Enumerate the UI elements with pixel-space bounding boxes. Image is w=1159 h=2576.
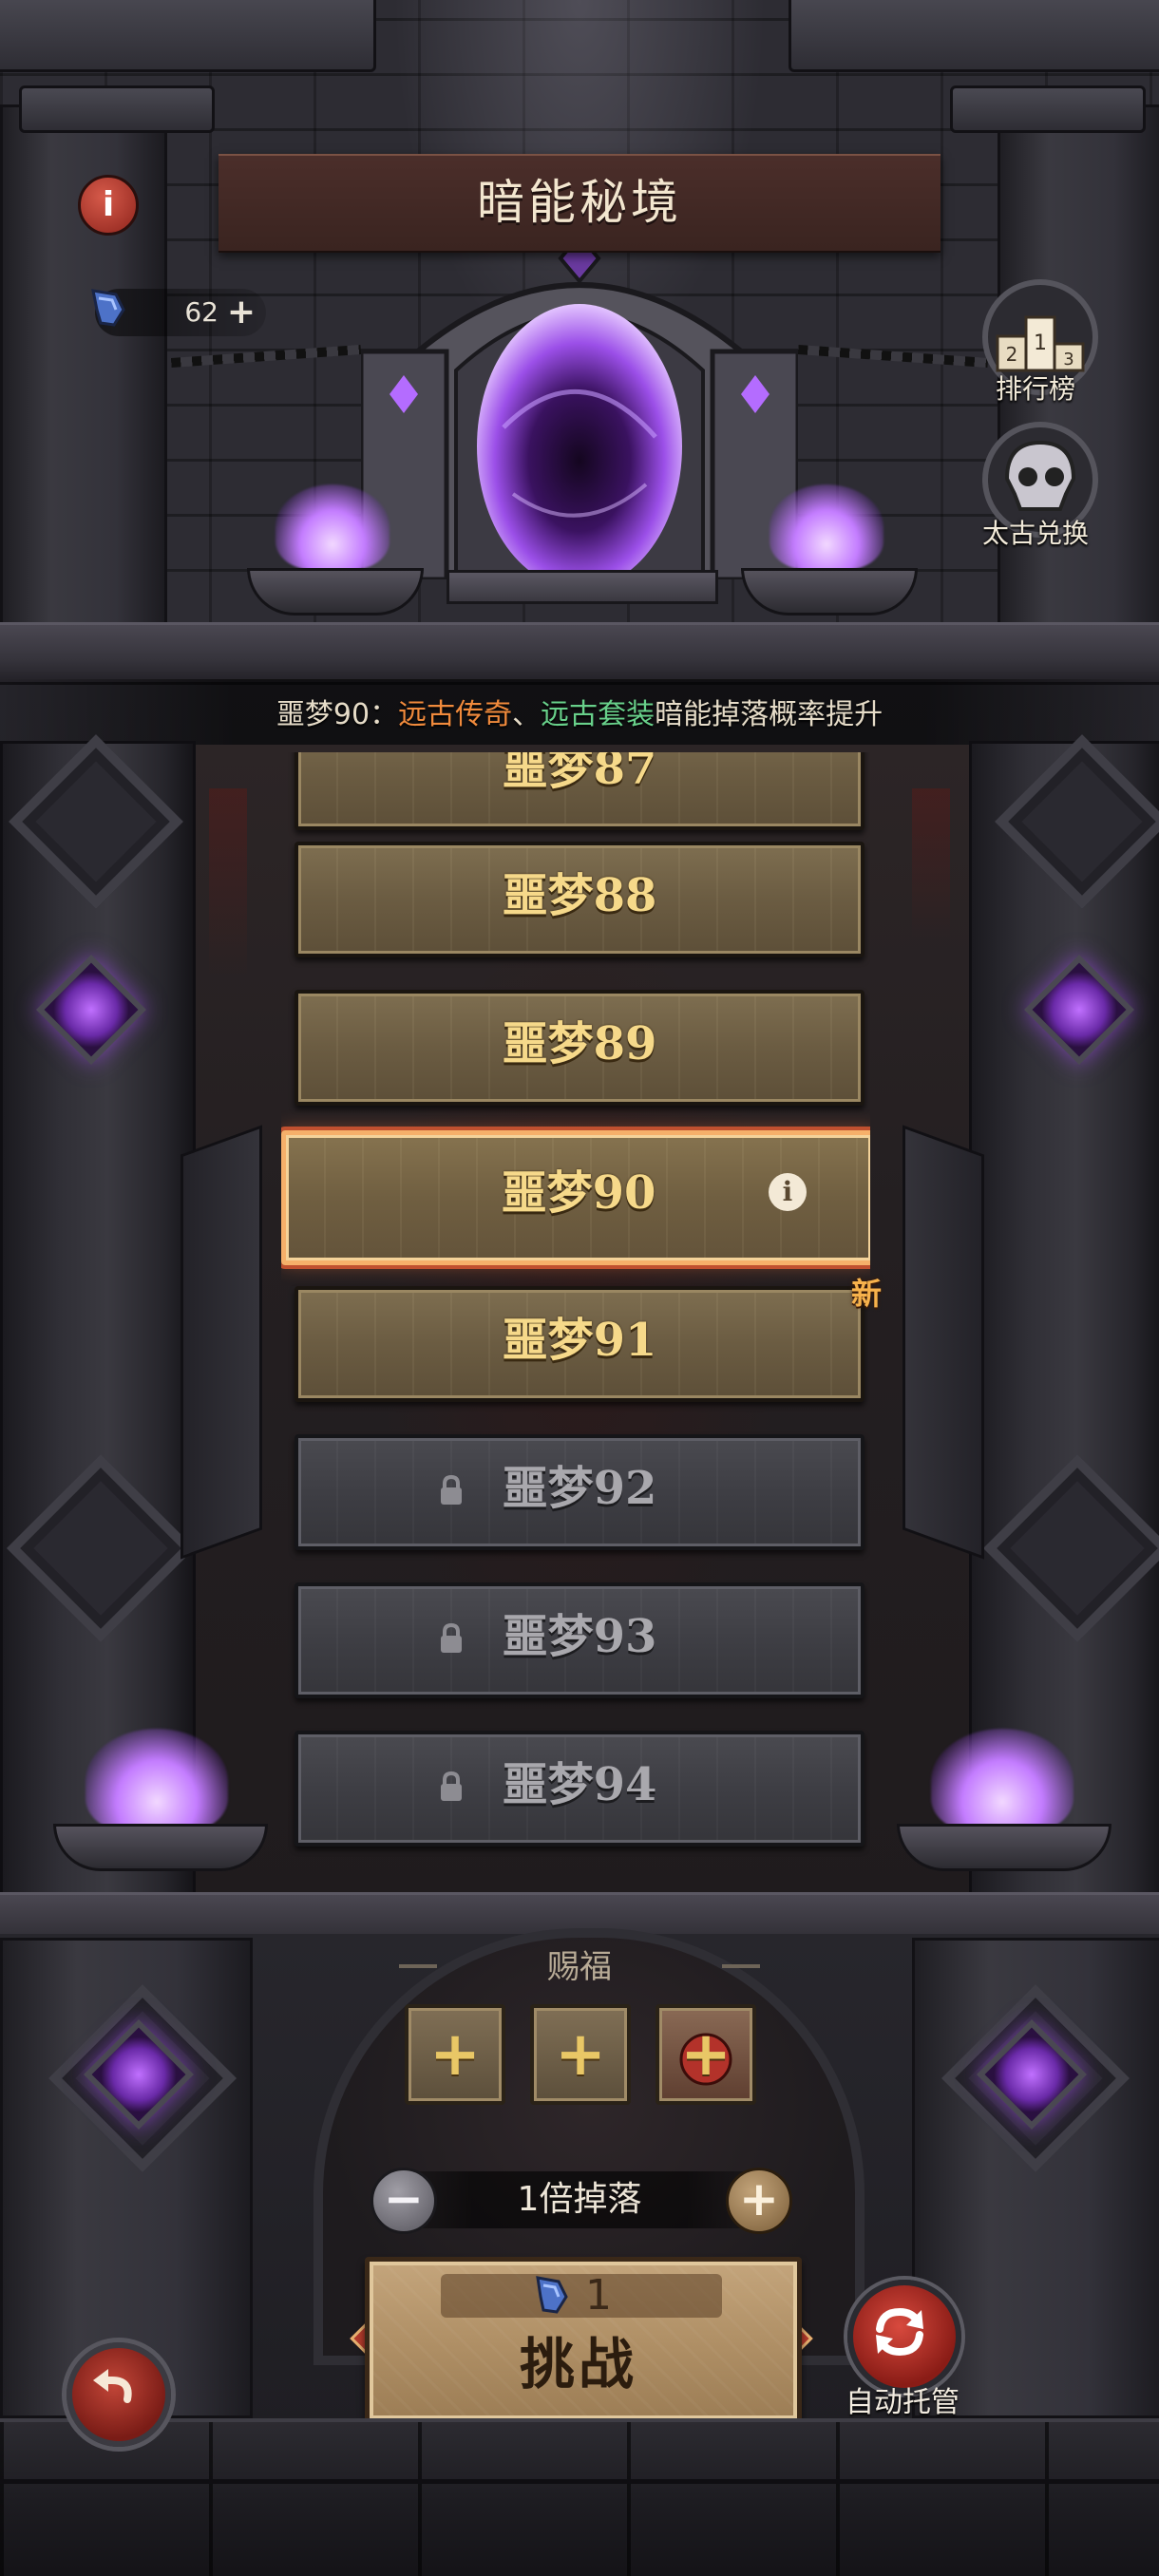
level-row[interactable]: 噩梦89: [294, 990, 864, 1106]
level-row-locked[interactable]: 噩梦94: [294, 1731, 864, 1847]
level-label: 噩梦94: [502, 1758, 657, 1811]
level-label: 噩梦91: [502, 1314, 657, 1367]
left-pillar-cap: [19, 85, 215, 133]
challenge-label[interactable]: 挑战: [365, 2321, 792, 2407]
notice-separator: 、: [512, 698, 542, 731]
level-label: 噩梦88: [502, 869, 657, 922]
level-list[interactable]: 噩梦87 噩梦88 噩梦89 噩梦90 i 噩梦91 噩梦92 噩梦93 噩梦9…: [281, 752, 870, 1869]
auto-battle-button[interactable]: [847, 2280, 961, 2394]
brazier-left: [247, 568, 424, 616]
level-row[interactable]: 噩梦88: [294, 842, 864, 957]
drop-multiplier-label: 1倍掉落: [517, 2180, 642, 2219]
game-screen: 暗能秘境 i 62 + 2 1 3 排行榜 太古兑换 噩梦90：远古传奇、远古套…: [0, 0, 1159, 2576]
brazier-lower-right: [897, 1824, 1112, 1871]
back-button[interactable]: [66, 2342, 171, 2447]
floor-seam: [0, 2479, 1159, 2484]
crystal-fish-icon: [91, 289, 125, 327]
notice-ancient-legend: 远古传奇: [398, 698, 513, 731]
info-icon[interactable]: i: [78, 175, 139, 236]
currency-amount: 62: [184, 296, 218, 328]
plus-icon: +: [555, 2019, 606, 2090]
cost-bar: [441, 2274, 722, 2318]
right-top-cornice: [788, 0, 1159, 72]
purple-flame-right: [770, 484, 884, 570]
level-label: 噩梦87: [502, 752, 657, 795]
add-currency-button[interactable]: +: [224, 291, 258, 334]
left-top-cornice: [0, 0, 376, 72]
drop-rate-notice: 噩梦90：远古传奇、远古套装暗能掉落概率提升: [0, 686, 1159, 745]
level-row[interactable]: 噩梦87: [294, 752, 864, 830]
notice-ancient-set: 远古套装: [541, 698, 656, 731]
crystal-fish-icon: [536, 2276, 568, 2314]
notice-suffix: 暗能掉落概率提升: [655, 698, 884, 731]
stone-ledge: [0, 622, 1159, 685]
portal-steps: [446, 570, 718, 604]
left-bracket: [180, 1125, 262, 1560]
blessing-slot-3[interactable]: +: [656, 2004, 756, 2105]
refresh-icon: [876, 2307, 923, 2357]
purple-flame-lower-left: [86, 1729, 228, 1833]
title-divider-left: [399, 1964, 437, 1968]
new-badge: 新: [850, 1276, 882, 1312]
level-label: 噩梦92: [502, 1462, 657, 1515]
level-label: 噩梦93: [502, 1610, 657, 1663]
blood-drip-left: [209, 788, 247, 978]
blessing-slot-2[interactable]: +: [530, 2004, 631, 2105]
challenge-cost: 1: [585, 2271, 612, 2320]
level-label: 噩梦89: [502, 1017, 657, 1070]
blessing-slot-1[interactable]: +: [405, 2004, 505, 2105]
ancient-exchange-label[interactable]: 太古兑换: [960, 513, 1112, 551]
leaderboard-label[interactable]: 排行榜: [960, 369, 1112, 407]
plus-icon: +: [429, 2019, 481, 2090]
brazier-right: [741, 568, 918, 616]
svg-text:3: 3: [1063, 350, 1074, 369]
plus-icon: +: [680, 2019, 732, 2090]
stone-floor: [0, 2418, 1159, 2576]
svg-text:1: 1: [1034, 331, 1047, 355]
brazier-lower-left: [53, 1824, 268, 1871]
page-title: 暗能秘境: [477, 175, 682, 230]
purple-flame-left: [276, 484, 390, 570]
level-row-locked[interactable]: 噩梦92: [294, 1434, 864, 1550]
blood-drip-right: [912, 788, 950, 940]
purple-flame-lower-right: [931, 1729, 1074, 1833]
level-row[interactable]: 噩梦91: [294, 1286, 864, 1402]
right-pillar-cap: [950, 85, 1146, 133]
svg-text:2: 2: [1006, 343, 1018, 366]
level-row-selected[interactable]: 噩梦90 i: [281, 1130, 870, 1265]
title-divider-right: [722, 1964, 760, 1968]
level-info-icon[interactable]: i: [769, 1173, 807, 1211]
dark-portal: [361, 237, 798, 579]
right-bracket: [902, 1125, 984, 1560]
level-row-locked[interactable]: 噩梦93: [294, 1582, 864, 1698]
left-top-pillar: [0, 104, 167, 642]
blessing-title: 赐福: [547, 1948, 612, 1986]
increase-multiplier-button[interactable]: +: [726, 2168, 792, 2234]
back-arrow-icon: [93, 2369, 132, 2403]
notice-prefix: 噩梦90：: [276, 698, 399, 731]
